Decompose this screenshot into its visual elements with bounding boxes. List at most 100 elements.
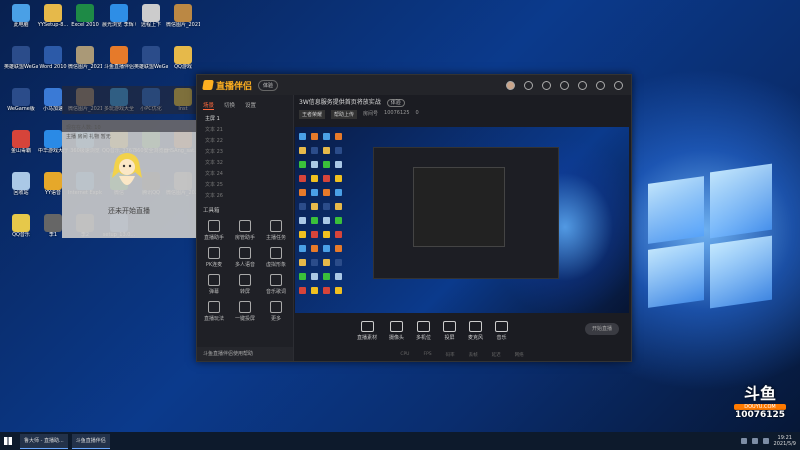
- room-badge[interactable]: 体验: [386, 99, 405, 107]
- input-method-icon[interactable]: [762, 438, 769, 444]
- douyu-watermark: 斗鱼 DOUYU.COM 10076125: [728, 380, 792, 430]
- desktop-icon-image: [12, 88, 30, 106]
- preview-desktop-icon: [323, 175, 330, 182]
- desktop-icon[interactable]: Excel 2010: [68, 4, 102, 28]
- desktop-icon-label: QQ音乐: [12, 232, 30, 238]
- desktop-icon[interactable]: 此电脑: [4, 4, 38, 28]
- preview-desktop-icon: [299, 231, 306, 238]
- menu-icon[interactable]: [560, 80, 569, 90]
- preview-desktop-icon: [311, 245, 318, 252]
- tool-item[interactable]: 音乐歌词: [261, 272, 291, 295]
- desktop-icon[interactable]: 英雄联盟WeGame版: [134, 46, 168, 70]
- preview-desktop-icon: [323, 161, 330, 168]
- tool-icon: [270, 220, 282, 232]
- tool-item[interactable]: 虚拟形象: [261, 245, 291, 268]
- desktop-icon[interactable]: Word 2010: [36, 46, 70, 70]
- taskbar-item[interactable]: 鲁大师 - 直播助...: [20, 433, 68, 449]
- desktop-icon[interactable]: YYSetup-8...: [36, 4, 70, 28]
- settings-icon[interactable]: [542, 80, 551, 90]
- tool-item[interactable]: 多人语音: [230, 245, 260, 268]
- bottom-tool[interactable]: 麦克风: [468, 321, 483, 341]
- desktop-icon-image: [174, 4, 192, 22]
- scene-item[interactable]: 文本 21: [197, 125, 293, 136]
- tool-item[interactable]: 更多: [261, 299, 291, 322]
- viewer-count: 现在在人数: 10: [66, 125, 101, 131]
- tool-item[interactable]: 弹幕: [199, 272, 229, 295]
- desktop-icon[interactable]: QQ音乐: [4, 214, 38, 238]
- tool-item[interactable]: 主播任务: [261, 218, 291, 241]
- desktop-icon[interactable]: 微信图片_2021010...: [68, 46, 102, 70]
- bottom-tool[interactable]: 摄像头: [389, 321, 404, 341]
- tool-item[interactable]: 转屏: [230, 272, 260, 295]
- network-icon[interactable]: [740, 438, 747, 444]
- bottom-tool[interactable]: 投屏: [443, 321, 457, 341]
- preview-desktop-icon: [335, 203, 342, 210]
- desktop-icon[interactable]: 晨光浏览 李辉 敬爱: [102, 4, 136, 28]
- scene-item[interactable]: 文本 22: [197, 136, 293, 147]
- clock[interactable]: 19:21 2021/5/9: [774, 435, 796, 447]
- scene-item[interactable]: 文本 23: [197, 147, 293, 158]
- desktop-icon[interactable]: 远程上下: [134, 4, 168, 28]
- tool-label: 更多: [270, 316, 281, 322]
- tool-item[interactable]: 直播玩法: [199, 299, 229, 322]
- room-title[interactable]: 3W信息服务提供首页将放实战: [295, 99, 381, 106]
- bottom-tool[interactable]: 多机位: [416, 321, 431, 341]
- tab-scenes[interactable]: 场景: [203, 101, 215, 110]
- scene-item[interactable]: 主屏 1: [197, 114, 293, 125]
- bottom-tool[interactable]: 直播素材: [357, 321, 377, 341]
- desktop-icon[interactable]: QQ游戏: [166, 46, 200, 70]
- version-badge[interactable]: 体验: [258, 79, 279, 91]
- tab-settings[interactable]: 设置: [245, 101, 256, 110]
- minimize-icon[interactable]: [578, 80, 587, 90]
- close-icon[interactable]: [614, 80, 623, 90]
- overlay-strip: [62, 86, 196, 114]
- desktop-icon-label: 斗鱼直播伴侣: [103, 64, 134, 70]
- room-category[interactable]: 王者荣耀: [299, 110, 326, 119]
- avatar[interactable]: [506, 80, 515, 90]
- app-titlebar[interactable]: 直播伴侣 体验: [197, 75, 631, 95]
- tool-icon: [239, 274, 251, 286]
- windows-icon: [4, 437, 12, 445]
- desktop-icon-label: 回收站: [13, 190, 29, 196]
- tool-icon: [208, 220, 220, 232]
- bottom-tool-label: 投屏: [444, 335, 455, 341]
- tool-item[interactable]: 直播助手: [199, 218, 229, 241]
- start-button[interactable]: [0, 432, 16, 450]
- scene-item[interactable]: 文本 32: [197, 158, 293, 169]
- message-icon[interactable]: [524, 80, 533, 90]
- desktop-icon[interactable]: 斗鱼直播伴侣: [102, 46, 136, 70]
- scene-item[interactable]: 文本 24: [197, 169, 293, 180]
- start-stream-button[interactable]: 开始直播: [585, 323, 619, 335]
- tool-item[interactable]: 一键投屏: [230, 299, 260, 322]
- desktop-icon[interactable]: 微信图片_2021010...: [166, 4, 200, 28]
- preview-desktop-icon: [335, 273, 342, 280]
- tool-grid: 直播助手 房管助手 主播任务 PK连麦 多人语音 虚拟形象弹幕 转屏 音乐歌词直播玩法 一键投屏…: [197, 214, 293, 326]
- maximize-icon[interactable]: [596, 80, 605, 90]
- desktop-icon[interactable]: 金山毒霸: [4, 130, 38, 154]
- tab-switch[interactable]: 切换: [224, 101, 235, 110]
- stream-preview[interactable]: [295, 127, 629, 313]
- tool-item[interactable]: PK连麦: [199, 245, 229, 268]
- scene-item[interactable]: 文本 26: [197, 191, 293, 202]
- desktop-icon-image: [174, 46, 192, 64]
- stat-item: 码率: [445, 353, 455, 358]
- bottom-tool[interactable]: 音乐: [495, 321, 509, 341]
- stat-item: 延迟: [491, 353, 501, 358]
- desktop-icon[interactable]: 英雄联盟WeGame版: [4, 46, 38, 70]
- bottom-tool-label: 音乐: [496, 335, 507, 341]
- tool-item[interactable]: 房管助手: [230, 218, 260, 241]
- desktop-icon-image: [44, 172, 62, 190]
- bottom-tool-icon: [390, 321, 404, 332]
- volume-icon[interactable]: [751, 438, 758, 444]
- desktop-icon[interactable]: 回收站: [4, 172, 38, 196]
- taskbar-item[interactable]: 斗鱼直播伴侣: [71, 433, 110, 449]
- room-sub-chip[interactable]: 帮助上传: [331, 110, 358, 119]
- preview-desktop-icon: [299, 273, 306, 280]
- taskbar: 鲁大师 - 直播助... 斗鱼直播伴侣 19:21 2021/5/9: [0, 432, 800, 450]
- preview-desktop-icon: [311, 133, 318, 140]
- desktop-icon[interactable]: WeGame版: [4, 88, 38, 112]
- preview-desktop-icon: [335, 217, 342, 224]
- help-link[interactable]: 斗鱼直播伴侣使用帮助: [197, 347, 293, 361]
- scene-item[interactable]: 文本 25: [197, 180, 293, 191]
- preview-nested-window-2: [413, 167, 505, 247]
